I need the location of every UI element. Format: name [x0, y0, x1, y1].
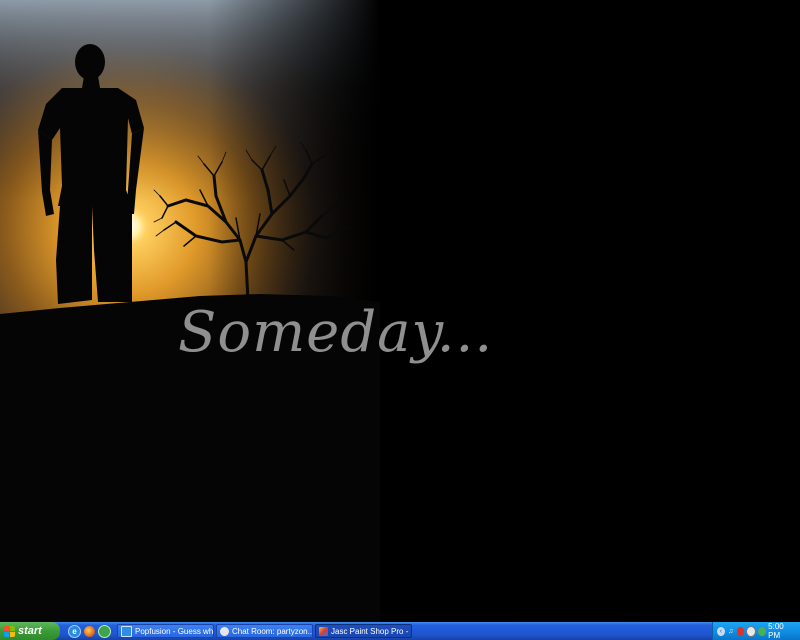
wallpaper-caption: Someday... [178, 300, 494, 365]
music-icon[interactable]: ♫ [727, 627, 735, 636]
messenger-icon[interactable] [98, 624, 111, 638]
start-button[interactable]: start [0, 622, 60, 640]
ie-icon[interactable]: e [68, 624, 81, 638]
task-button-popfusion[interactable]: Popfusion - Guess wh... [117, 624, 214, 638]
task-buttons: Popfusion - Guess wh... Chat Room: party… [117, 622, 412, 640]
task-button-paint-shop-pro[interactable]: Jasc Paint Shop Pro - ... [315, 624, 412, 638]
paint-shop-icon [319, 626, 328, 636]
task-button-chat-room[interactable]: Chat Room: partyzon... [216, 624, 313, 638]
chat-icon [220, 626, 229, 636]
expand-arrow-icon[interactable]: ‹ [717, 626, 725, 636]
task-label: Jasc Paint Shop Pro - ... [331, 626, 411, 636]
messenger-status-icon[interactable] [758, 626, 767, 636]
desktop[interactable]: Someday... [0, 0, 800, 622]
start-label: start [18, 625, 42, 637]
clock[interactable]: 5:00 PM [768, 622, 794, 640]
firefox-icon[interactable] [84, 625, 95, 637]
taskbar[interactable]: start e Popfusion - Guess wh... Chat Roo… [0, 622, 800, 640]
system-tray: ‹ ♫ 5:00 PM [712, 622, 800, 640]
security-icon[interactable] [736, 626, 745, 636]
task-label: Popfusion - Guess wh... [135, 626, 213, 636]
windows-logo-icon [4, 625, 15, 637]
antivirus-icon[interactable] [746, 625, 757, 637]
task-label: Chat Room: partyzon... [232, 626, 312, 636]
quick-launch-bar: e [60, 622, 117, 640]
ie-page-icon [121, 625, 132, 637]
